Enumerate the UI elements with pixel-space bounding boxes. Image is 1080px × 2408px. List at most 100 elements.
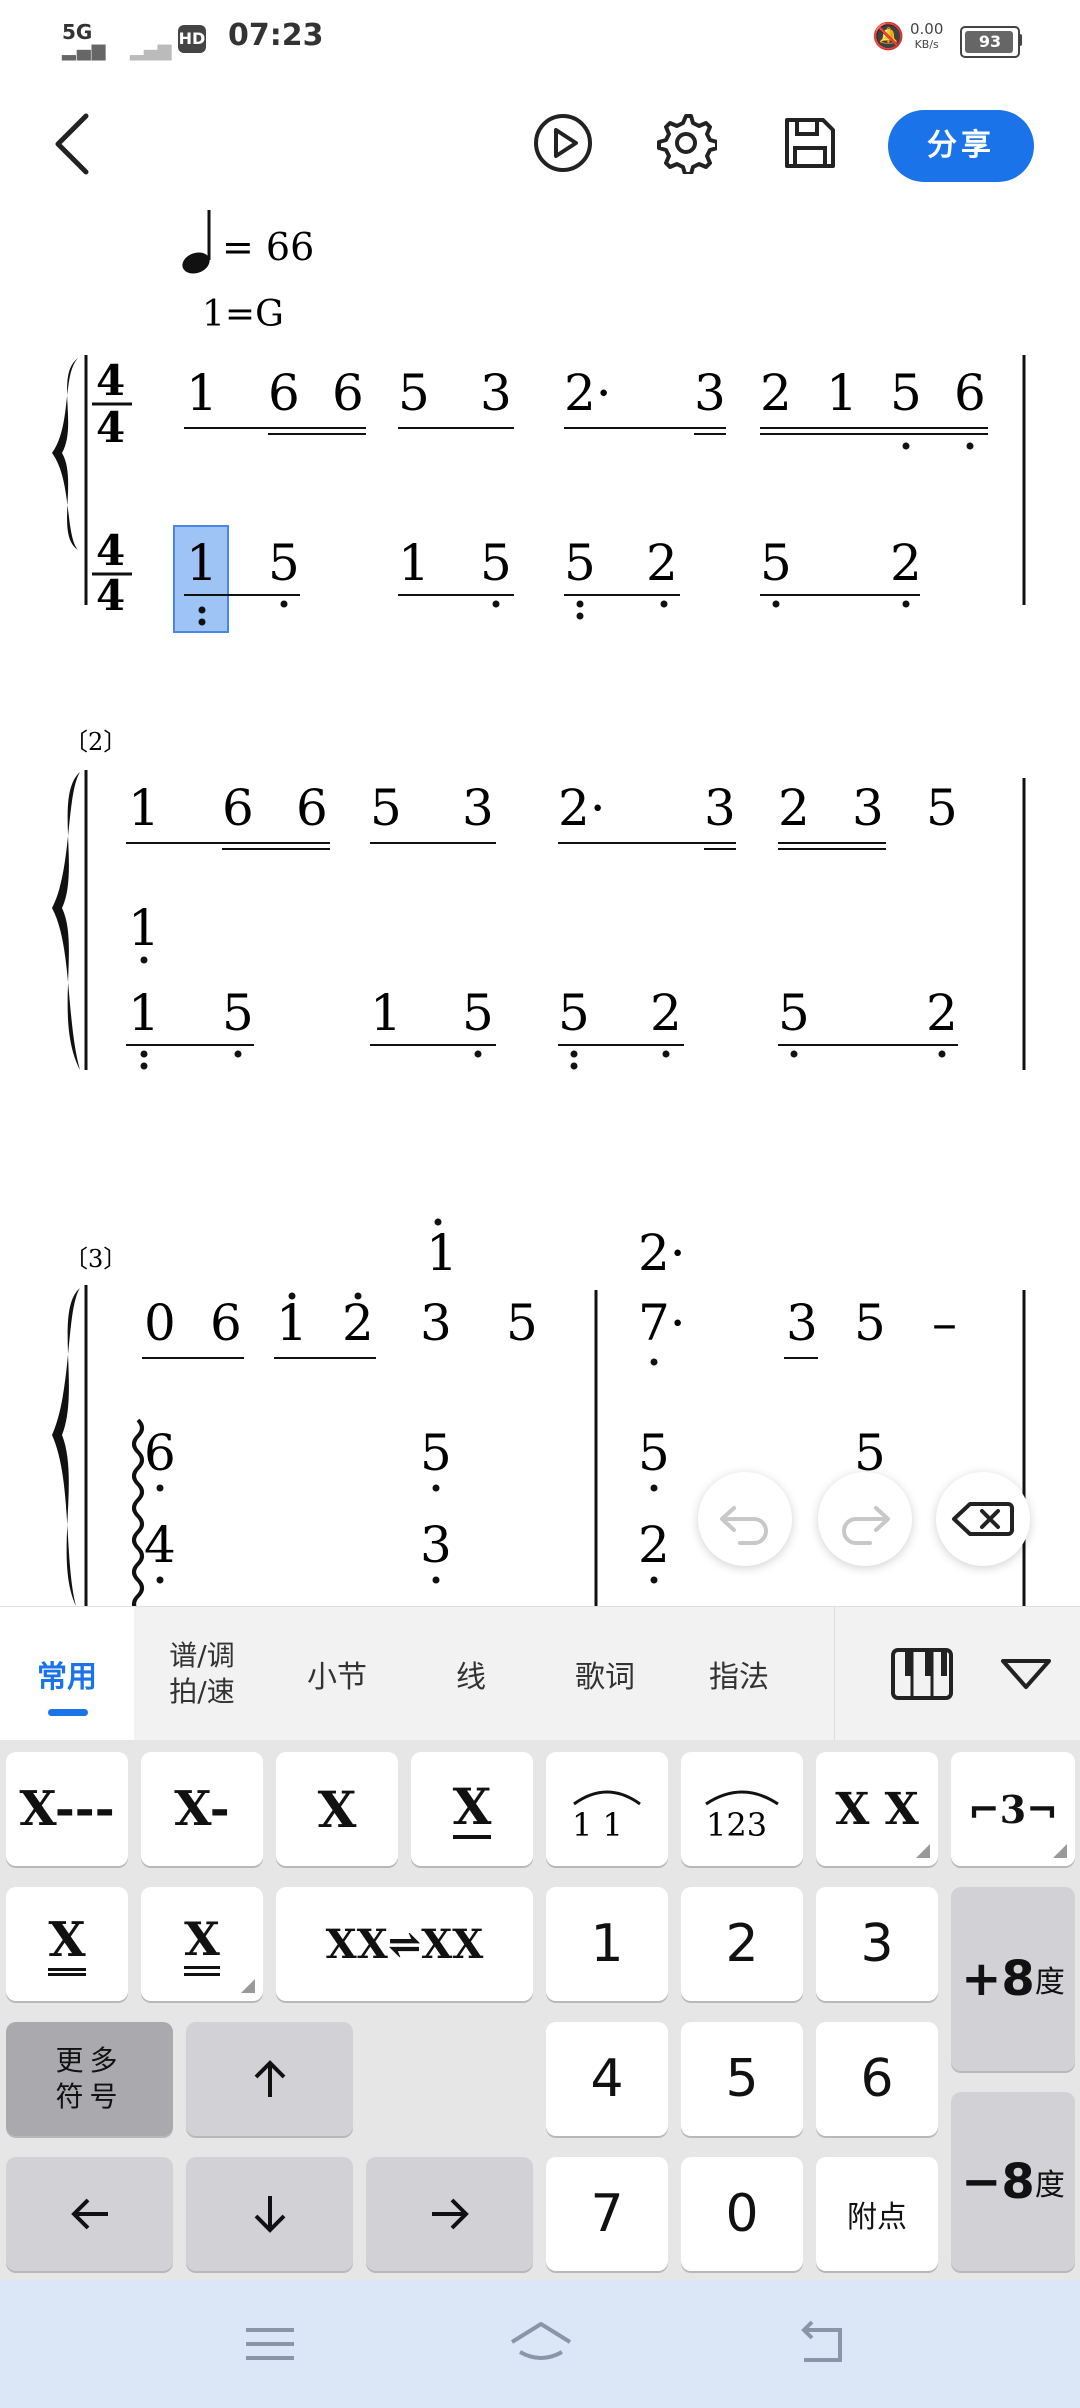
note: 1 (186, 364, 218, 422)
svg-text:4: 4 (96, 526, 125, 575)
note: 6 (268, 364, 300, 422)
delete-button[interactable] (936, 1472, 1030, 1566)
note: 6 (144, 1424, 176, 1482)
digit-2-key[interactable]: 2 (681, 1887, 803, 2001)
note: 5 (890, 364, 922, 422)
tie-key[interactable]: 1 1 (546, 1752, 668, 1866)
menu-icon (246, 2328, 294, 2360)
note: 7· (638, 1294, 686, 1352)
piano-button[interactable] (868, 1607, 976, 1741)
save-icon (785, 118, 835, 168)
note: 3 (852, 779, 884, 837)
left-key[interactable] (6, 2157, 173, 2271)
redo-button[interactable] (818, 1472, 912, 1566)
system-1-lower-notes: 1 5 1 5 5 2 5 2 (186, 534, 922, 592)
note: 5 (854, 1294, 886, 1352)
note: 5 (420, 1424, 452, 1482)
right-key[interactable] (366, 2157, 533, 2271)
note: 1 (128, 899, 160, 957)
tie-icon: 1 1 (572, 1790, 641, 1844)
note: 3 (704, 779, 736, 837)
note: 4 (144, 1516, 176, 1574)
tab-line[interactable]: 线 (404, 1607, 538, 1741)
note: 1 (370, 984, 402, 1042)
note: 5 (462, 984, 494, 1042)
more-symbols-key[interactable]: 更多 符号 (6, 2022, 173, 2136)
tab-fingering[interactable]: 指法 (672, 1607, 806, 1741)
back-icon (801, 2320, 842, 2362)
note: 6 (332, 364, 364, 422)
note: 5 (480, 534, 512, 592)
keyboard-tab-bar: 常用 谱/调 拍/速 小节 线 歌词 指法 (0, 1606, 1080, 1741)
score-view[interactable]: = 66 1=G 4 4 4 4 1 6 6 5 3 2· 3 2 1 5 6 (0, 190, 1080, 1606)
note: 2 (760, 364, 792, 422)
tab-bar[interactable]: 小节 (270, 1607, 404, 1741)
note: 6 (210, 1294, 242, 1352)
note: – (932, 1294, 957, 1352)
digit-4-key[interactable]: 4 (546, 2022, 668, 2136)
note: 5 (564, 534, 596, 592)
keyboard: X--- X- X X 1 1 123 X X ⌐3¬ X X XX⇌XX 1 … (0, 1740, 1080, 2280)
thirty-second-note-key[interactable]: X (141, 1887, 263, 2001)
triplet-key[interactable]: ⌐3¬ (951, 1752, 1075, 1866)
note: 3 (462, 779, 494, 837)
time-sig-top: 4 (96, 356, 125, 405)
digit-5-key[interactable]: 5 (681, 2022, 803, 2136)
digit-0-key[interactable]: 0 (681, 2157, 803, 2271)
tempo-value: = 66 (222, 225, 314, 269)
home-button[interactable] (506, 2316, 576, 2372)
down-arrow-icon (254, 2196, 285, 2233)
status-bar: 5G ▂▄▆ ▂▄▆ HD 07:23 🔕 0.00 KB/s 93 (0, 0, 1080, 80)
up-key[interactable] (186, 2022, 353, 2136)
home-icon (510, 2322, 572, 2360)
collapse-button[interactable] (976, 1607, 1076, 1741)
half-note-key[interactable]: X- (141, 1752, 263, 1866)
digit-7-key[interactable]: 7 (546, 2157, 668, 2271)
tab-key-tempo[interactable]: 谱/调 拍/速 (134, 1607, 270, 1741)
network-speed: 0.00 KB/s (910, 20, 944, 52)
tab-lyrics[interactable]: 歌词 (538, 1607, 672, 1741)
digit-1-key[interactable]: 1 (546, 1887, 668, 2001)
note: 5 (370, 779, 402, 837)
digit-3-key[interactable]: 3 (816, 1887, 938, 2001)
note: 5 (398, 364, 430, 422)
note: 0 (144, 1294, 176, 1352)
digit-6-key[interactable]: 6 (816, 2022, 938, 2136)
back-button[interactable] (44, 104, 104, 184)
settings-button[interactable] (655, 112, 719, 176)
note: 2· (558, 779, 606, 837)
note: 2 (646, 534, 678, 592)
down-key[interactable] (186, 2157, 353, 2271)
svg-text:1 1: 1 1 (572, 1806, 623, 1844)
note: 2 (638, 1516, 670, 1574)
menu-button[interactable] (240, 2316, 300, 2372)
quarter-note-key[interactable]: X (276, 1752, 398, 1866)
eighth-note-key[interactable]: X (411, 1752, 533, 1866)
slur-key[interactable]: 123 (681, 1752, 803, 1866)
grace-note-key[interactable]: X X (816, 1752, 938, 1866)
battery-icon: 93 (960, 26, 1020, 58)
note: 2· (638, 1224, 686, 1282)
share-button[interactable]: 分享 (888, 110, 1034, 182)
sixteenth-note-key[interactable]: X (6, 1887, 128, 2001)
back-nav-button[interactable] (792, 2316, 852, 2372)
note: 2· (564, 364, 612, 422)
note: 1 (398, 534, 430, 592)
tab-common[interactable]: 常用 (0, 1607, 134, 1741)
note: 2 (650, 984, 682, 1042)
battery-level: 93 (978, 32, 1002, 51)
octave-down-key[interactable]: −8 度 (951, 2092, 1075, 2271)
measure-number: 〔3〕 (64, 1245, 127, 1273)
system-3-upper-notes: 0 6 1 2 3 5 7· 3 5 – (144, 1294, 957, 1352)
clock: 07:23 (228, 18, 324, 53)
note: 2 (926, 984, 958, 1042)
dot-key[interactable]: 附点 (816, 2157, 938, 2271)
play-button[interactable] (532, 112, 594, 174)
whole-note-key[interactable]: X--- (6, 1752, 128, 1866)
hd-icon: HD (178, 25, 206, 53)
left-arrow-icon (70, 2198, 108, 2230)
undo-button[interactable] (698, 1472, 792, 1566)
save-button[interactable] (779, 112, 841, 174)
beam-swap-key[interactable]: XX⇌XX (276, 1887, 533, 2001)
octave-up-key[interactable]: +8 度 (951, 1887, 1075, 2071)
